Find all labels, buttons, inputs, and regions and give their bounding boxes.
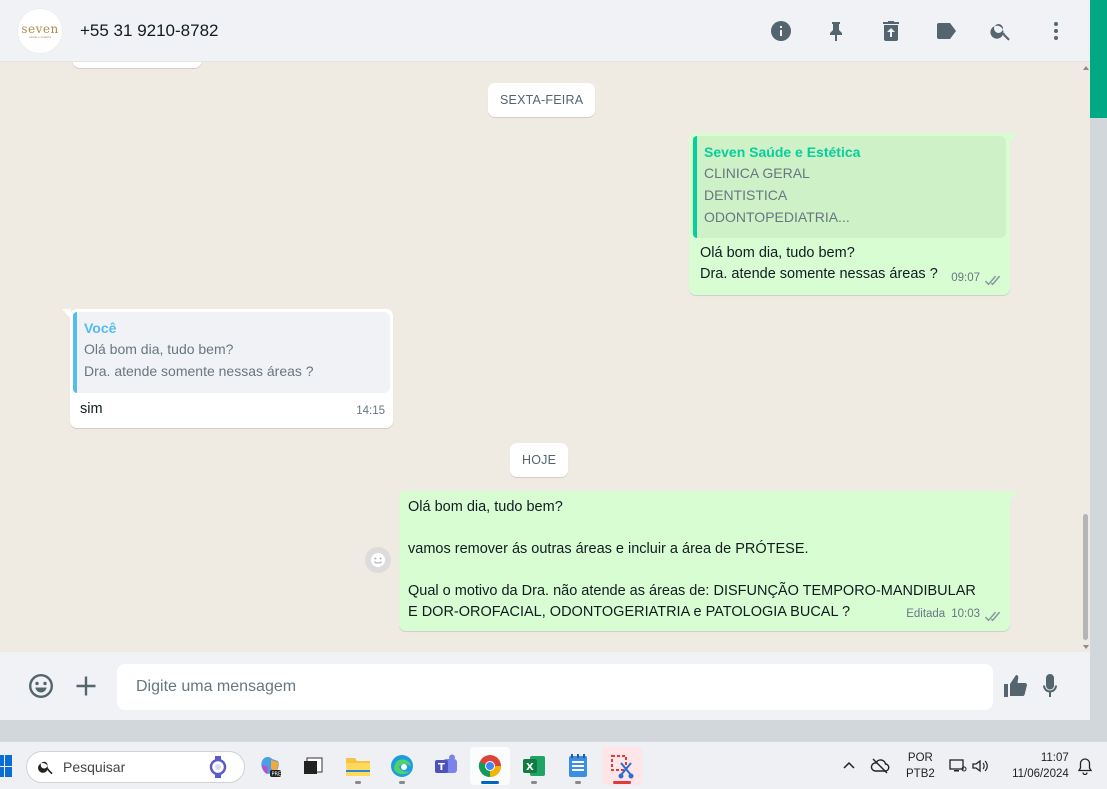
cloud-offline-icon[interactable] — [870, 758, 890, 774]
bubble-tail — [1009, 491, 1018, 501]
chat-scrollbar[interactable] — [1081, 62, 1090, 652]
plus-icon[interactable] — [72, 672, 100, 700]
read-ticks-icon — [984, 609, 1001, 622]
file-explorer-icon[interactable] — [338, 747, 378, 785]
taskbar-search[interactable]: Pesquisar — [26, 751, 245, 783]
search-icon[interactable] — [989, 19, 1013, 43]
info-icon[interactable] — [769, 19, 793, 43]
quoted-author: Seven Saúde e Estética — [704, 144, 861, 160]
message-meta: 14:15 — [356, 401, 385, 422]
previous-message-fragment — [72, 62, 202, 68]
microphone-icon[interactable] — [1036, 672, 1064, 700]
quoted-line: DENTISTICA — [704, 187, 788, 203]
quoted-author: Você — [84, 320, 117, 336]
svg-text:T: T — [438, 762, 445, 773]
message-meta: 09:07 — [951, 268, 1001, 289]
message-time: 14:15 — [356, 405, 385, 417]
windows-taskbar: Pesquisar PRE T X POR PTB2 11:07 11/06/2… — [0, 741, 1107, 789]
message-composer — [0, 652, 1090, 720]
window-edge — [1090, 118, 1107, 741]
emoji-icon[interactable] — [27, 672, 55, 700]
chat-header: seven saúde e estética +55 31 9210-8782 — [0, 0, 1090, 62]
quoted-line: Dra. atende somente nessas áreas ? — [84, 363, 314, 379]
scroll-down-icon[interactable] — [1083, 645, 1089, 649]
message-time: 09:07 — [951, 272, 980, 284]
message-input[interactable] — [117, 664, 993, 710]
pin-icon[interactable] — [824, 19, 848, 43]
thumbs-up-icon[interactable] — [1001, 672, 1029, 700]
quoted-message[interactable]: Você Olá bom dia, tudo bem? Dra. atende … — [73, 312, 390, 393]
avatar-logo-subtitle: saúde e estética — [29, 34, 51, 39]
copilot-app-icon[interactable]: PRE — [250, 747, 290, 785]
teams-icon[interactable]: T — [426, 747, 466, 785]
excel-icon[interactable]: X — [514, 747, 554, 785]
window-accent-strip — [1090, 0, 1107, 118]
search-placeholder: Pesquisar — [63, 759, 126, 775]
clock-date: 11/06/2024 — [1012, 768, 1069, 780]
clock[interactable]: 11:07 11/06/2024 — [1007, 750, 1069, 782]
emoji-reaction-icon[interactable] — [365, 547, 391, 573]
windows-start-icon[interactable] — [0, 755, 13, 777]
edge-browser-icon[interactable] — [382, 747, 422, 785]
search-icon — [37, 758, 55, 776]
read-ticks-icon — [984, 273, 1001, 286]
svg-text:PRE: PRE — [272, 772, 282, 778]
message-time: 10:03 — [951, 608, 980, 620]
message-text: sim — [80, 401, 103, 417]
quoted-line: Olá bom dia, tudo bem? — [84, 341, 234, 357]
clock-time: 11:07 — [1040, 752, 1069, 764]
quoted-line: CLINICA GERAL — [704, 165, 810, 181]
system-tray: POR PTB2 11:07 11/06/2024 — [840, 742, 1093, 789]
network-icon[interactable] — [949, 758, 967, 774]
quoted-message[interactable]: Seven Saúde e Estética CLINICA GERAL DEN… — [693, 136, 1006, 238]
chevron-up-icon[interactable] — [840, 759, 858, 773]
language-indicator[interactable]: POR PTB2 — [906, 750, 935, 782]
menu-icon[interactable] — [1044, 19, 1068, 43]
conversation-panel: SEXTA-FEIRA Seven Saúde e Estética CLINI… — [0, 62, 1090, 652]
scrollbar-thumb[interactable] — [1083, 514, 1088, 640]
window-bottom-edge — [0, 720, 1107, 741]
message-outgoing[interactable]: Olá bom dia, tudo bem? vamos remover ás … — [399, 491, 1018, 631]
message-outgoing[interactable]: Seven Saúde e Estética CLINICA GERAL DEN… — [689, 133, 1018, 295]
snipping-tool-icon[interactable] — [602, 747, 642, 785]
label-icon[interactable] — [934, 19, 958, 43]
avatar-logo: seven — [21, 21, 59, 36]
keyboard-layout: PTB2 — [906, 768, 935, 780]
svg-text:X: X — [526, 762, 534, 773]
window-app-icon[interactable] — [293, 747, 333, 785]
language-code: POR — [907, 752, 933, 764]
date-divider-friday: SEXTA-FEIRA — [488, 83, 596, 117]
notepad-icon[interactable] — [558, 747, 598, 785]
contact-name[interactable]: +55 31 9210-8782 — [80, 21, 219, 41]
message-incoming[interactable]: Você Olá bom dia, tudo bem? Dra. atende … — [62, 309, 393, 428]
notification-bell-icon[interactable] — [1077, 757, 1093, 775]
bubble-tail — [1009, 133, 1018, 143]
scroll-up-icon[interactable] — [1083, 66, 1089, 70]
date-divider-today: HOJE — [510, 443, 569, 477]
quoted-line: ODONTOPEDIATRIA... — [704, 209, 850, 225]
message-meta: Editada 10:03 — [906, 604, 1001, 625]
chrome-icon[interactable] — [470, 747, 510, 785]
edited-label: Editada — [906, 608, 946, 620]
header-actions — [738, 0, 1068, 62]
volume-icon[interactable] — [971, 758, 989, 774]
contact-avatar[interactable]: seven saúde e estética — [18, 8, 62, 53]
bubble-tail — [62, 309, 71, 319]
delete-icon[interactable] — [879, 19, 903, 43]
search-highlight-icon — [209, 756, 227, 778]
